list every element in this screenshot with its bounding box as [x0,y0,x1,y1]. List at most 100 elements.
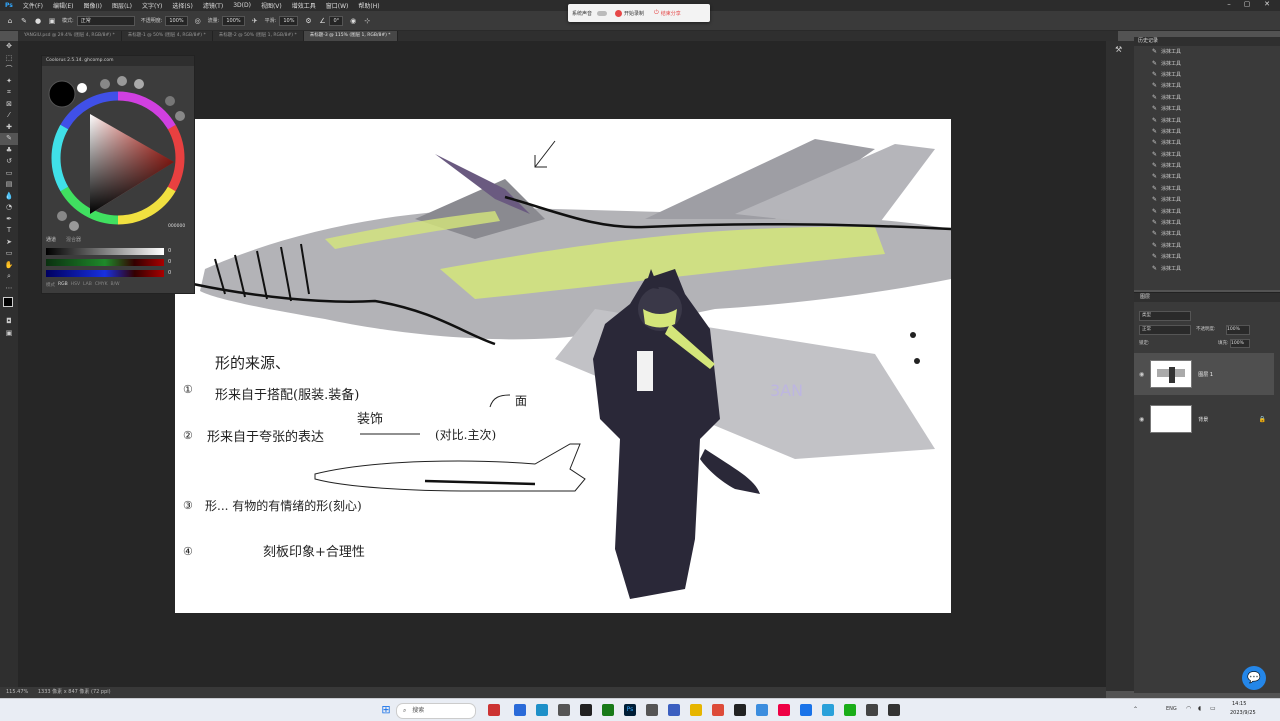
pressure-opacity-icon[interactable]: ◎ [194,17,202,25]
menu-3d[interactable]: 3D(D) [228,2,256,9]
home-icon[interactable]: ⌂ [6,17,14,25]
layer-row-2[interactable]: ◉ 背景 🔒 [1134,398,1274,440]
tab-yangiu[interactable]: YANGIU.psd @ 29.4% (图层 4, RGB/8#) * [18,31,122,41]
history-item[interactable]: ✎ 涂抹工具 [1134,251,1280,262]
app-icon[interactable] [734,704,746,716]
history-item[interactable]: ✎ 涂抹工具 [1134,262,1280,273]
brush-preset-icon[interactable]: ● [34,17,42,25]
artboard-canvas[interactable]: 形的来源、 ① 形来自于搭配(服装.装备) ② 形来自于夸张的表达 装饰 (对比… [175,119,951,613]
gear-icon[interactable]: ⚙ [304,17,312,25]
layer-name[interactable]: 背景 [1198,416,1208,423]
photoshop-logo-icon[interactable]: Ps [0,2,18,9]
path-selection-icon[interactable]: ➤ [0,237,18,249]
history-item[interactable]: ✎ 涂抹工具 [1134,240,1280,251]
app-icon[interactable] [558,704,570,716]
language-indicator[interactable]: ENG [1166,706,1177,712]
quick-mask-icon[interactable]: ◘ [0,316,18,328]
minimize-icon[interactable]: – [1222,0,1236,11]
edge-browser-icon[interactable] [536,704,548,716]
angle-field[interactable]: 0° [329,15,344,26]
preset-swatch[interactable] [69,221,79,231]
menu-filter[interactable]: 滤镜(T) [198,1,228,10]
tab-untitled-3[interactable]: 未标题-3 @ 115% (图层 1, RGB/8#) * [303,31,398,41]
history-item[interactable]: ✎ 涂抹工具 [1134,171,1280,182]
windows-start-icon[interactable]: ⊞ [380,704,392,716]
mode-hsv[interactable]: HSV [71,282,80,288]
history-panel-icon[interactable]: ⚒ [1115,45,1125,55]
chat-bubble-icon[interactable]: 💬 [1242,666,1266,690]
symmetry-icon[interactable]: ⊹ [363,17,371,25]
clock-date[interactable]: 2023/9/25 [1230,710,1256,716]
eye-icon[interactable]: ◉ [1139,371,1144,378]
history-item[interactable]: ✎ 涂抹工具 [1134,160,1280,171]
history-item[interactable]: ✎ 涂抹工具 [1134,194,1280,205]
start-recording-button[interactable]: 开始录制 [624,10,644,17]
tray-chevron-icon[interactable]: ⌃ [1133,706,1138,713]
brush-tool-icon[interactable]: ✎ [0,133,18,145]
screen-mode-icon[interactable]: ▣ [0,328,18,340]
wechat-icon[interactable] [844,704,856,716]
app-icon[interactable] [668,704,680,716]
type-tool-icon[interactable]: T [0,225,18,237]
history-item[interactable]: ✎ 涂抹工具 [1134,80,1280,91]
menu-help[interactable]: 帮助(H) [353,1,384,10]
app-icon[interactable] [756,704,768,716]
battery-icon[interactable]: ▭ [1210,705,1216,712]
history-item[interactable]: ✎ 涂抹工具 [1134,114,1280,125]
mode-rgb[interactable]: RGB [58,282,68,288]
history-item[interactable]: ✎ 涂抹工具 [1134,46,1280,57]
history-item[interactable]: ✎ 涂抹工具 [1134,228,1280,239]
layer-blend-mode[interactable]: 正常 [1139,325,1191,335]
history-item[interactable]: ✎ 涂抹工具 [1134,92,1280,103]
menu-file[interactable]: 文件(F) [18,1,48,10]
clock-time[interactable]: 14:15 [1232,701,1246,707]
crop-tool-icon[interactable]: ⌗ [0,87,18,99]
history-item[interactable]: ✎ 涂抹工具 [1134,217,1280,228]
flow-field[interactable]: 100% [222,15,245,26]
eyedropper-icon[interactable]: ⁄ [0,110,18,122]
slider-1[interactable] [46,248,164,255]
menu-window[interactable]: 窗口(W) [321,1,354,10]
frame-tool-icon[interactable]: ⊠ [0,99,18,111]
clone-stamp-icon[interactable]: ♣ [0,145,18,157]
color-wheel[interactable] [42,66,194,236]
app-icon[interactable] [580,704,592,716]
chrome-icon[interactable] [712,704,724,716]
tab-mixer[interactable]: 混合器 [66,236,81,243]
angle-icon[interactable]: ∠ [318,17,326,25]
brush-settings-icon[interactable]: ▣ [48,17,56,25]
settings-icon[interactable] [866,704,878,716]
tab-untitled-2[interactable]: 未标题-2 @ 50% (图层 1, RGB/8#) * [213,31,304,41]
slider-2[interactable] [46,259,164,266]
app-icon[interactable] [514,704,526,716]
magic-wand-icon[interactable]: ✦ [0,76,18,88]
preset-swatch[interactable] [134,79,144,89]
mode-select[interactable]: 正常 [76,15,135,26]
taskbar-search[interactable]: ⌕ 搜索 [396,703,476,719]
history-item[interactable]: ✎ 涂抹工具 [1134,149,1280,160]
maximize-icon[interactable]: ▢ [1240,0,1254,11]
volume-icon[interactable]: ◖ [1198,705,1201,712]
slider-2-value[interactable]: 0 [168,259,171,265]
app-icon[interactable] [778,704,790,716]
mode-cmyk[interactable]: CMYK [95,282,108,288]
mode-bw[interactable]: B/W [111,282,120,288]
layer-opacity-field[interactable]: 100% [1226,325,1250,335]
gradient-tool-icon[interactable]: ▤ [0,179,18,191]
history-item[interactable]: ✎ 涂抹工具 [1134,69,1280,80]
zoom-level[interactable]: 115.47% [6,689,28,695]
hand-tool-icon[interactable]: ✋ [0,260,18,272]
menu-view[interactable]: 视图(V) [256,1,287,10]
menu-select[interactable]: 选择(S) [167,1,198,10]
slider-3[interactable] [46,270,164,277]
healing-brush-icon[interactable]: ✚ [0,122,18,134]
slider-3-value[interactable]: 0 [168,270,171,276]
history-item[interactable]: ✎ 涂抹工具 [1134,183,1280,194]
menu-edit[interactable]: 编辑(E) [48,1,78,10]
close-icon[interactable]: ✕ [1260,0,1274,11]
photoshop-taskbar-icon[interactable]: Ps [624,704,636,716]
shape-tool-icon[interactable]: ▭ [0,248,18,260]
smooth-field[interactable]: 10% [279,15,299,26]
move-tool-icon[interactable]: ✥ [0,41,18,53]
preset-swatch[interactable] [57,211,67,221]
